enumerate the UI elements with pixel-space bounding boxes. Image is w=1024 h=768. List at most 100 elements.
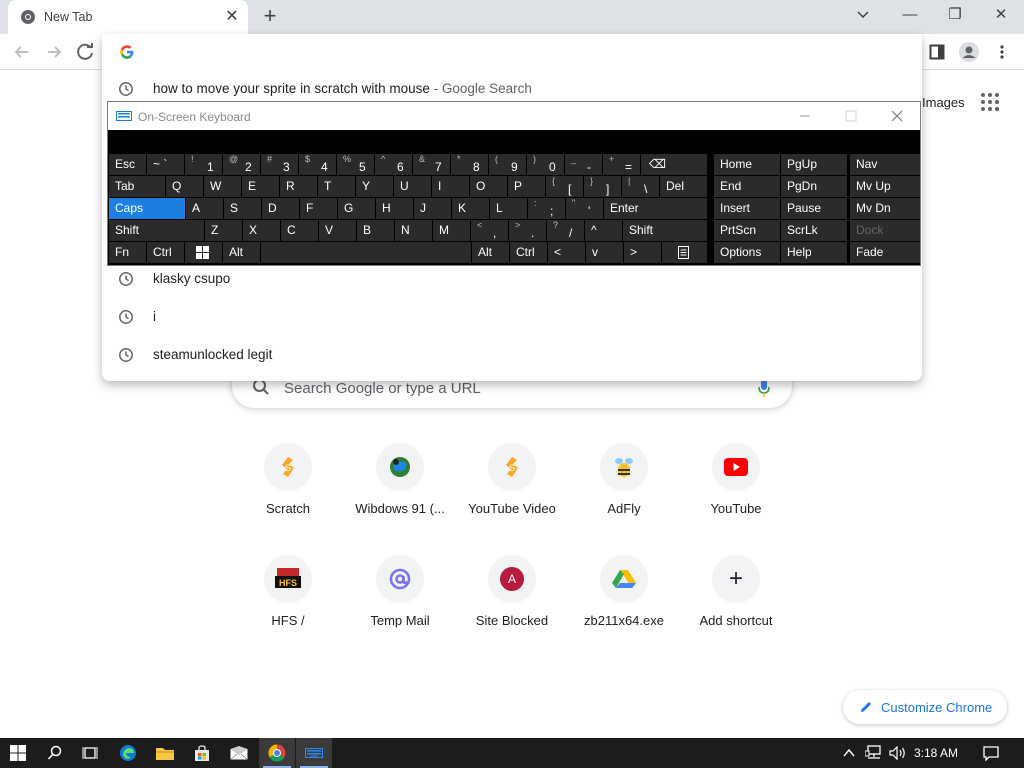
key-i[interactable]: I — [432, 176, 469, 197]
key-b[interactable]: B — [357, 220, 394, 241]
key-ctrl-right[interactable]: Ctrl — [510, 242, 547, 263]
key-r[interactable]: R — [280, 176, 317, 197]
key-x[interactable]: X — [243, 220, 280, 241]
new-tab-button[interactable]: + — [258, 5, 282, 28]
key-7[interactable]: & 7 — [413, 154, 450, 175]
restore-button[interactable]: ❐ — [940, 4, 970, 26]
key-6[interactable]: ^ 6 — [375, 154, 412, 175]
shortcut-tile[interactable]: zb211x64.exe — [568, 555, 680, 659]
key-9[interactable]: (9 — [489, 154, 526, 175]
taskbar-file-explorer[interactable] — [147, 738, 183, 768]
shortcut-tile[interactable]: S Scratch — [232, 443, 344, 547]
osk-titlebar[interactable]: On-Screen Keyboard — [108, 102, 920, 130]
key-down-arrow[interactable]: v — [586, 242, 623, 263]
key-fn[interactable]: Fn — [109, 242, 146, 263]
key-y[interactable]: Y — [356, 176, 393, 197]
tab-new-tab[interactable]: New Tab ✕ — [8, 0, 248, 34]
key-l[interactable]: L — [490, 198, 527, 219]
key-period[interactable]: >. — [509, 220, 546, 241]
side-panel-icon[interactable] — [929, 44, 945, 60]
network-icon[interactable] — [865, 745, 883, 761]
key-home[interactable]: Home — [714, 154, 780, 175]
suggestion-row[interactable]: klasky csupo — [102, 262, 922, 296]
osk-close-icon[interactable] — [883, 107, 911, 125]
images-link[interactable]: Images — [922, 95, 965, 110]
taskbar-mail[interactable] — [221, 738, 257, 768]
shortcut-tile[interactable]: AdFly — [568, 443, 680, 547]
notifications-icon[interactable] — [983, 746, 999, 761]
show-hidden-icons-chevron-icon[interactable] — [843, 747, 855, 759]
customize-chrome-button[interactable]: Customize Chrome — [843, 690, 1007, 724]
key-pgup[interactable]: PgUp — [781, 154, 847, 175]
shortcut-tile[interactable]: Wibdows 91 (... — [344, 443, 456, 547]
shortcut-tile[interactable]: A Site Blocked — [456, 555, 568, 659]
reload-icon[interactable] — [74, 41, 98, 63]
key-right-arrow[interactable]: > — [624, 242, 661, 263]
tab-close-icon[interactable]: ✕ — [222, 7, 242, 27]
key-k[interactable]: K — [452, 198, 489, 219]
key-n[interactable]: N — [395, 220, 432, 241]
key-0[interactable]: ) 0 — [527, 154, 564, 175]
key-1[interactable]: ! 1 — [185, 154, 222, 175]
key-nav[interactable]: Nav — [850, 154, 920, 175]
key-w[interactable]: W — [204, 176, 241, 197]
key-semicolon[interactable]: :; — [528, 198, 565, 219]
key-v[interactable]: V — [319, 220, 356, 241]
key-8[interactable]: * 8 — [451, 154, 488, 175]
key-m[interactable]: M — [433, 220, 470, 241]
key-slash[interactable]: ? / — [547, 220, 584, 241]
start-button[interactable] — [0, 738, 36, 768]
key-mv-up[interactable]: Mv Up — [850, 176, 920, 197]
add-shortcut-tile[interactable]: + Add shortcut — [680, 555, 792, 659]
key-caps[interactable]: Caps — [109, 198, 185, 219]
key-mv-dn[interactable]: Mv Dn — [850, 198, 920, 219]
key-q[interactable]: Q — [166, 176, 203, 197]
key-o[interactable]: O — [470, 176, 507, 197]
key-2[interactable]: @2 — [223, 154, 260, 175]
key-end[interactable]: End — [714, 176, 780, 197]
key-z[interactable]: Z — [205, 220, 242, 241]
key-4[interactable]: $4 — [299, 154, 336, 175]
tab-search-chevron-icon[interactable] — [848, 4, 878, 26]
volume-icon[interactable] — [889, 746, 907, 760]
key-quote[interactable]: " ' — [566, 198, 603, 219]
key-ctrl-left[interactable]: Ctrl — [147, 242, 184, 263]
key-h[interactable]: H — [376, 198, 413, 219]
key-esc[interactable]: Esc — [109, 154, 146, 175]
profile-avatar-icon[interactable] — [958, 41, 980, 63]
key-minus[interactable]: _ - — [565, 154, 602, 175]
key-a[interactable]: A — [186, 198, 223, 219]
key-help[interactable]: Help — [781, 242, 847, 263]
key-tab[interactable]: Tab — [109, 176, 165, 197]
key-pgdn[interactable]: PgDn — [781, 176, 847, 197]
taskbar-store[interactable] — [184, 738, 220, 768]
shortcut-tile[interactable]: YouTube — [680, 443, 792, 547]
key-left-bracket[interactable]: {[ — [546, 176, 583, 197]
forward-icon[interactable] — [42, 41, 66, 63]
back-icon[interactable] — [10, 41, 34, 63]
microphone-icon[interactable] — [757, 378, 771, 398]
key-options[interactable]: Options — [714, 242, 780, 263]
key-5[interactable]: % 5 — [337, 154, 374, 175]
key-u[interactable]: U — [394, 176, 431, 197]
key-pause[interactable]: Pause — [781, 198, 847, 219]
key-enter[interactable]: Enter — [604, 198, 707, 219]
key-alt-left[interactable]: Alt — [223, 242, 260, 263]
taskbar-edge[interactable] — [110, 738, 146, 768]
key-windows[interactable] — [185, 242, 222, 263]
key-shift-left[interactable]: Shift — [109, 220, 204, 241]
shortcut-tile[interactable]: HFS HFS / — [232, 555, 344, 659]
key-j[interactable]: J — [414, 198, 451, 219]
suggestion-row[interactable]: steamunlocked legit — [102, 338, 922, 372]
close-window-button[interactable]: ✕ — [986, 4, 1016, 26]
key-up-arrow[interactable]: ^ — [585, 220, 622, 241]
key-p[interactable]: P — [508, 176, 545, 197]
taskbar-on-screen-keyboard[interactable] — [296, 738, 332, 768]
taskbar-chrome[interactable] — [259, 738, 295, 768]
google-apps-icon[interactable] — [980, 92, 1000, 112]
key-dock[interactable]: Dock — [850, 220, 920, 241]
taskbar-clock[interactable]: 3:18 AM — [914, 746, 958, 760]
omnibox-input[interactable] — [147, 42, 847, 62]
key-prtscn[interactable]: PrtScn — [714, 220, 780, 241]
key-comma[interactable]: <, — [471, 220, 508, 241]
